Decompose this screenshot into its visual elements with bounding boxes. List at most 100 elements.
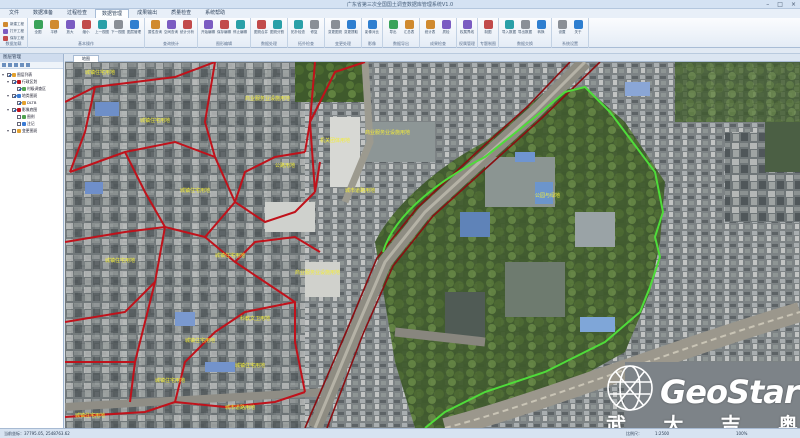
ribbon-button[interactable]: 导出 bbox=[386, 20, 400, 35]
ribbon-button-label: 新建工程 bbox=[10, 21, 24, 26]
ribbon-button[interactable]: 平移 bbox=[47, 20, 61, 35]
expand-icon[interactable]: ▾ bbox=[2, 72, 6, 77]
layer-tree-item[interactable]: ▾ 图层列表 bbox=[2, 71, 63, 78]
menu-tab[interactable]: 数据准备 bbox=[27, 9, 59, 18]
ribbon-button[interactable]: 导入数据 bbox=[502, 20, 516, 35]
layer-tree-item[interactable]: ▾ 变更图斑 bbox=[2, 127, 63, 134]
layer-icon bbox=[22, 121, 26, 126]
layer-label: 影像底图 bbox=[22, 106, 38, 112]
layer-tree-item[interactable]: 村级调查区 bbox=[2, 85, 63, 92]
layer-tree-item[interactable]: DLTB bbox=[2, 99, 63, 106]
ribbon-button[interactable]: 上一视图 bbox=[95, 20, 109, 35]
ribbon-button-label: 全图 bbox=[34, 30, 42, 34]
menu-tab[interactable]: 成果输出 bbox=[131, 9, 163, 18]
menu-tab[interactable]: 文件 bbox=[3, 9, 25, 18]
ribbon-button[interactable]: 图斑合并 bbox=[254, 20, 268, 35]
ribbon-button[interactable]: 停止编辑 bbox=[233, 20, 247, 35]
tab-map[interactable]: 地图 bbox=[73, 55, 99, 62]
ribbon-button-label: 缩小 bbox=[82, 30, 90, 34]
layer-tree-item[interactable]: 图例 bbox=[2, 113, 63, 120]
layer-tree-item[interactable]: ▾ 影像底图 bbox=[2, 106, 63, 113]
ribbon-button[interactable]: 放大 bbox=[63, 20, 77, 35]
window-title: 广东省第三次全国国土调查数据库管理系统V1.0 bbox=[346, 2, 454, 8]
layer-checkbox[interactable] bbox=[12, 128, 16, 133]
ribbon-button[interactable]: 汇总表 bbox=[402, 20, 416, 35]
tool-icon bbox=[483, 20, 493, 29]
ribbon-button-label: 放大 bbox=[66, 30, 74, 34]
ribbon-button[interactable]: 下一视图 bbox=[111, 20, 125, 35]
ribbon-group-label: 变更处理 bbox=[335, 41, 351, 46]
expand-icon[interactable]: ▾ bbox=[7, 107, 11, 112]
ribbon-button[interactable]: 影像对比 bbox=[365, 20, 379, 35]
ribbon-button[interactable]: 转换 bbox=[534, 20, 548, 35]
ribbon-button[interactable]: 图层管理 bbox=[127, 20, 141, 35]
layer-properties-icon[interactable] bbox=[26, 63, 30, 67]
menu-tab[interactable]: 过程检查 bbox=[61, 9, 93, 18]
ribbon-button[interactable]: 修复 bbox=[307, 20, 321, 35]
ribbon-button[interactable]: 统计表 bbox=[423, 20, 437, 35]
ribbon-button[interactable]: 质检 bbox=[439, 20, 453, 35]
ribbon-button-label: 转换 bbox=[537, 30, 545, 34]
ribbon-button[interactable]: 全图 bbox=[31, 20, 45, 35]
ribbon-small-button[interactable]: 新建工程 bbox=[3, 21, 24, 27]
ribbon-button[interactable]: 变更提取 bbox=[344, 20, 358, 35]
ribbon-button[interactable]: 统计分析 bbox=[180, 20, 194, 35]
layer-checkbox[interactable] bbox=[17, 86, 21, 91]
ribbon-small-button[interactable]: 打开工程 bbox=[3, 28, 24, 34]
menu-tab[interactable]: 系统帮助 bbox=[199, 9, 231, 18]
menu-tab[interactable]: 数据管理 bbox=[95, 9, 130, 18]
ribbon-button[interactable]: 空间查询 bbox=[164, 20, 178, 35]
maximize-icon[interactable]: □ bbox=[777, 0, 783, 9]
ribbon-button[interactable]: 变更图斑 bbox=[328, 20, 342, 35]
ribbon-button[interactable]: 制图 bbox=[481, 20, 495, 35]
layer-tree: ▾ 图层列表 ▾ 行政区划 村级调查区 ▾ 地类图斑 DLTB ▾ 影像底图 图例 注记 ▾ 变更图斑 bbox=[0, 69, 63, 134]
menu-bar: 文件 数据准备 过程检查 数据管理 成果输出 质量检查 系统帮助 bbox=[0, 9, 800, 18]
layer-checkbox[interactable] bbox=[17, 100, 21, 105]
ribbon-button[interactable]: 属性查询 bbox=[148, 20, 162, 35]
ribbon-button[interactable]: 设置 bbox=[555, 20, 569, 35]
layer-tree-item[interactable]: 注记 bbox=[2, 120, 63, 127]
layer-checkbox[interactable] bbox=[12, 79, 16, 84]
tool-icon bbox=[81, 20, 91, 29]
ribbon-button[interactable]: 图斑分割 bbox=[270, 20, 284, 35]
ribbon-button[interactable]: 关于 bbox=[571, 20, 585, 35]
tool-icon bbox=[573, 20, 583, 29]
ribbon-button[interactable]: 保存编辑 bbox=[217, 20, 231, 35]
parcel-label: 城镇住宅用地 bbox=[185, 337, 215, 344]
tool-icon bbox=[536, 20, 546, 29]
layer-label: 地类图斑 bbox=[22, 92, 38, 98]
tool-icon bbox=[3, 35, 8, 41]
layer-checkbox[interactable] bbox=[12, 93, 16, 98]
layer-tree-item[interactable]: ▾ 地类图斑 bbox=[2, 92, 63, 99]
ribbon-button-label: 影像对比 bbox=[365, 30, 379, 34]
minimize-icon[interactable]: – bbox=[766, 0, 769, 9]
zoom-level: 100% bbox=[736, 431, 748, 436]
ribbon-button[interactable]: 导出数据 bbox=[518, 20, 532, 35]
tool-icon bbox=[462, 20, 472, 29]
ribbon-button[interactable]: 缩小 bbox=[79, 20, 93, 35]
parcel-label: 城镇住宅用地 bbox=[140, 117, 170, 124]
ribbon-button[interactable]: 权属界线 bbox=[460, 20, 474, 35]
menu-tab[interactable]: 质量检查 bbox=[165, 9, 197, 18]
layer-checkbox[interactable] bbox=[7, 72, 11, 77]
layer-up-icon[interactable] bbox=[14, 63, 18, 67]
ribbon-group: 属性查询 空间查询 统计分析 查询统计 bbox=[145, 18, 198, 48]
scale-value[interactable]: 1:2500 bbox=[655, 431, 669, 436]
layer-down-icon[interactable] bbox=[20, 63, 24, 67]
add-layer-icon[interactable] bbox=[2, 63, 6, 67]
remove-layer-icon[interactable] bbox=[8, 63, 12, 67]
expand-icon[interactable]: ▾ bbox=[7, 128, 11, 133]
globe-icon bbox=[607, 365, 653, 411]
layer-checkbox[interactable] bbox=[12, 107, 16, 112]
parcel-label: 城镇住宅用地 bbox=[155, 377, 185, 384]
layer-tree-item[interactable]: ▾ 行政区划 bbox=[2, 78, 63, 85]
ribbon-small-buttons: 新建工程 打开工程 保存工程 bbox=[3, 21, 24, 41]
close-icon[interactable]: × bbox=[791, 0, 796, 9]
ribbon-button[interactable]: 开始编辑 bbox=[201, 20, 215, 35]
ribbon-button[interactable]: 拓扑检查 bbox=[291, 20, 305, 35]
layer-checkbox[interactable] bbox=[17, 121, 21, 126]
layer-checkbox[interactable] bbox=[17, 114, 21, 119]
ribbon-group-label: 数据处理 bbox=[261, 41, 277, 46]
expand-icon[interactable]: ▾ bbox=[7, 93, 11, 98]
expand-icon[interactable]: ▾ bbox=[7, 79, 11, 84]
